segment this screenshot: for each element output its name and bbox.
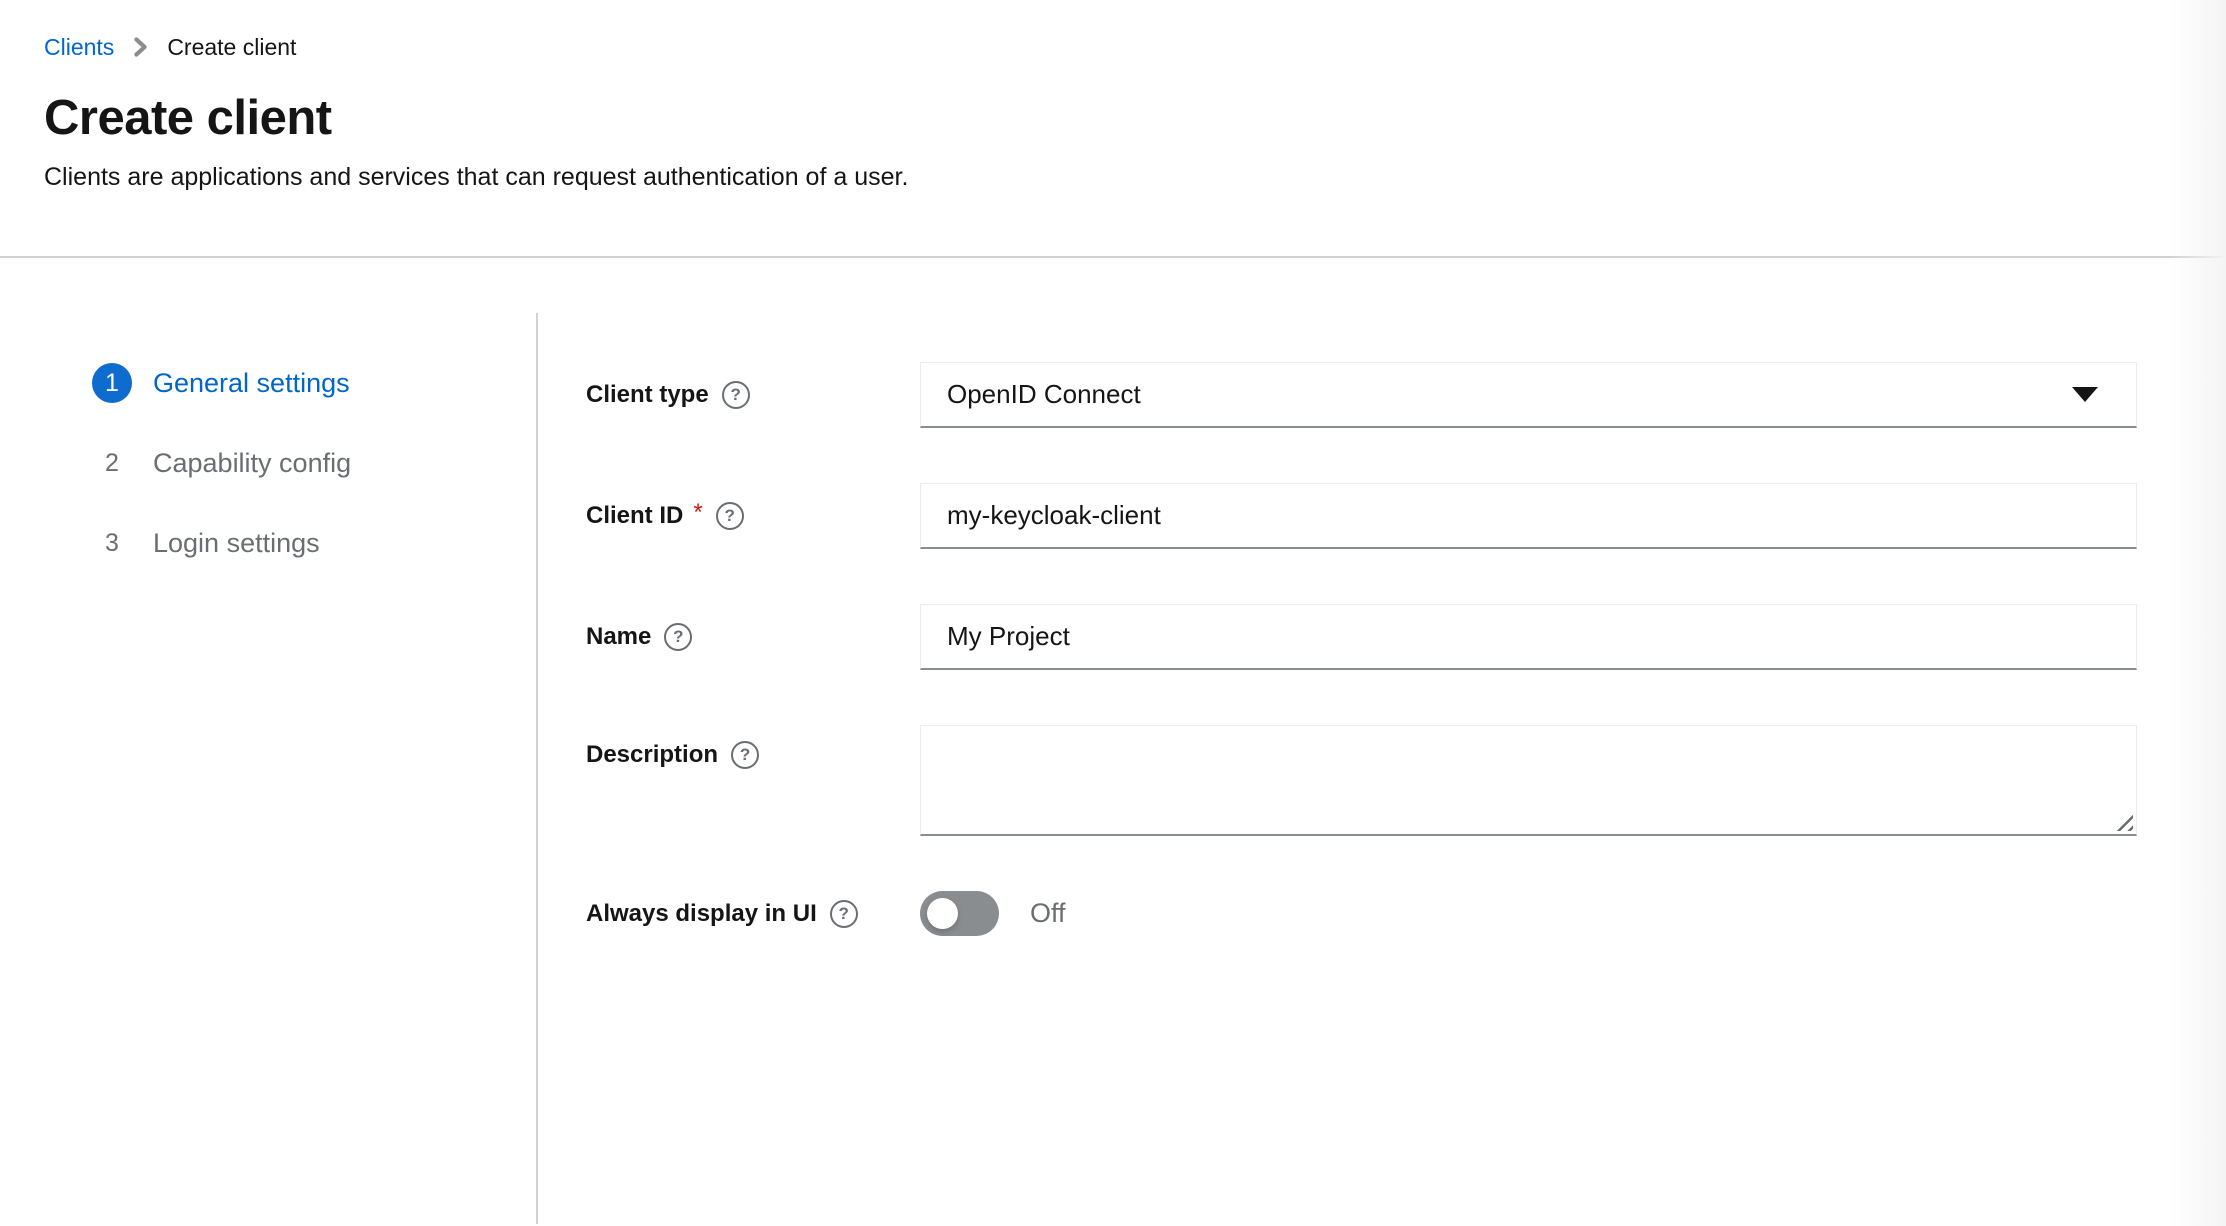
description-textarea[interactable] bbox=[920, 725, 2137, 836]
client-type-selected-value: OpenID Connect bbox=[947, 379, 1141, 410]
help-icon[interactable]: ? bbox=[716, 502, 744, 530]
wizard-step-login-settings[interactable]: 3 Login settings bbox=[92, 521, 536, 565]
header-divider bbox=[0, 256, 2226, 258]
page-header: Clients Create client Create client Clie… bbox=[0, 0, 2226, 193]
client-type-label: Client type bbox=[586, 381, 709, 409]
page-subtitle: Clients are applications and services th… bbox=[44, 161, 2182, 193]
breadcrumb: Clients Create client bbox=[44, 32, 2182, 62]
wizard-step-general-settings[interactable]: 1 General settings bbox=[92, 361, 536, 405]
breadcrumb-link-clients[interactable]: Clients bbox=[44, 32, 114, 62]
help-icon[interactable]: ? bbox=[830, 900, 858, 928]
step-number-badge: 3 bbox=[92, 523, 132, 563]
client-type-select[interactable]: OpenID Connect bbox=[920, 362, 2137, 428]
form-row-description: Description ? bbox=[586, 725, 2137, 836]
caret-down-icon bbox=[2072, 387, 2098, 402]
wizard-steps-nav: 1 General settings 2 Capability config 3… bbox=[0, 313, 538, 1224]
create-client-wizard: 1 General settings 2 Capability config 3… bbox=[0, 313, 2226, 1224]
step-label: Login settings bbox=[153, 528, 320, 559]
description-label: Description bbox=[586, 741, 718, 769]
step-label: Capability config bbox=[153, 448, 351, 479]
toggle-knob bbox=[927, 898, 958, 929]
form-row-client-id: Client ID * ? bbox=[586, 483, 2137, 549]
form-row-always-display: Always display in UI ? Off bbox=[586, 891, 2137, 936]
step-number-badge: 1 bbox=[92, 363, 132, 403]
general-settings-form: Client type ? OpenID Connect Client ID *… bbox=[538, 313, 2226, 1224]
breadcrumb-separator-icon bbox=[133, 36, 148, 58]
help-icon[interactable]: ? bbox=[664, 623, 692, 651]
name-input[interactable] bbox=[920, 604, 2137, 670]
always-display-label: Always display in UI bbox=[586, 900, 817, 928]
toggle-state-label: Off bbox=[1030, 898, 1066, 929]
help-icon[interactable]: ? bbox=[731, 741, 759, 769]
form-row-name: Name ? bbox=[586, 604, 2137, 670]
step-label: General settings bbox=[153, 368, 350, 399]
form-row-client-type: Client type ? OpenID Connect bbox=[586, 362, 2137, 428]
required-asterisk: * bbox=[693, 499, 702, 527]
always-display-toggle[interactable] bbox=[920, 891, 999, 936]
client-id-label: Client ID bbox=[586, 502, 683, 530]
wizard-step-capability-config[interactable]: 2 Capability config bbox=[92, 441, 536, 485]
page-title: Create client bbox=[44, 90, 2182, 146]
client-id-input[interactable] bbox=[920, 483, 2137, 549]
help-icon[interactable]: ? bbox=[722, 381, 750, 409]
step-number-badge: 2 bbox=[92, 443, 132, 483]
breadcrumb-current: Create client bbox=[167, 32, 296, 62]
name-label: Name bbox=[586, 623, 651, 651]
